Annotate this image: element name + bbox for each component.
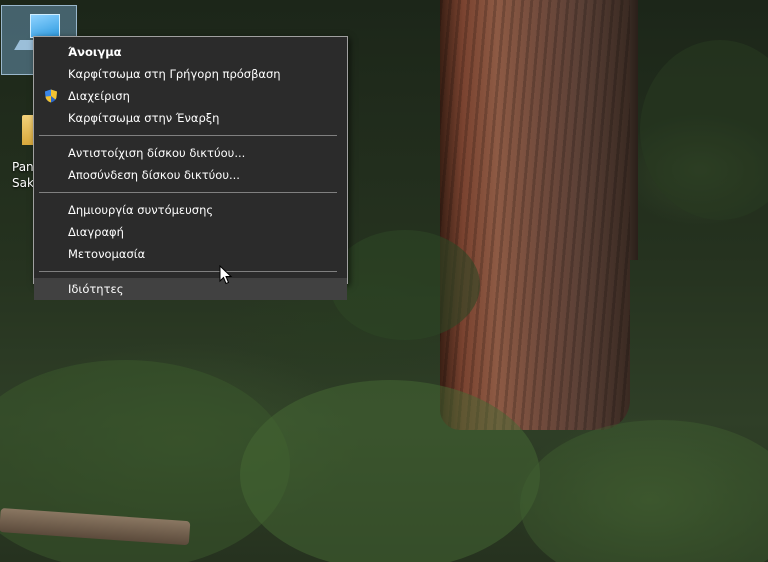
menu-item-label: Καρφίτσωμα στη Γρήγορη πρόσβαση [68, 67, 281, 81]
menu-item-pin-start[interactable]: Καρφίτσωμα στην Έναρξη [34, 107, 347, 129]
menu-item-manage[interactable]: Διαχείριση [34, 85, 347, 107]
menu-item-delete[interactable]: Διαγραφή [34, 221, 347, 243]
menu-item-label: Άνοιγμα [68, 45, 122, 59]
background-foliage [520, 420, 768, 562]
menu-separator [39, 135, 337, 136]
background-foliage [240, 380, 540, 562]
menu-separator [39, 192, 337, 193]
menu-item-label: Ιδιότητες [68, 282, 124, 296]
context-menu: Άνοιγμα Καρφίτσωμα στη Γρήγορη πρόσβαση … [33, 36, 348, 300]
menu-item-open[interactable]: Άνοιγμα [34, 41, 347, 63]
mouse-cursor-icon [219, 265, 233, 285]
menu-item-rename[interactable]: Μετονομασία [34, 243, 347, 265]
menu-separator [39, 271, 337, 272]
menu-item-create-shortcut[interactable]: Δημιουργία συντόμευσης [34, 199, 347, 221]
background-foliage [330, 230, 480, 340]
menu-item-label: Δημιουργία συντόμευσης [68, 203, 214, 217]
this-pc-icon [30, 14, 60, 38]
menu-item-label: Διαγραφή [68, 225, 124, 239]
background-foliage [640, 40, 768, 220]
menu-item-label: Αντιστοίχιση δίσκου δικτύου... [68, 146, 246, 160]
menu-item-properties[interactable]: Ιδιότητες [34, 278, 347, 300]
menu-item-label: Μετονομασία [68, 247, 146, 261]
menu-item-pin-quick-access[interactable]: Καρφίτσωμα στη Γρήγορη πρόσβαση [34, 63, 347, 85]
menu-item-label: Διαχείριση [68, 89, 130, 103]
menu-item-map-network-drive[interactable]: Αντιστοίχιση δίσκου δικτύου... [34, 142, 347, 164]
menu-item-disconnect-network-drive[interactable]: Αποσύνδεση δίσκου δικτύου... [34, 164, 347, 186]
uac-shield-icon [45, 89, 57, 103]
menu-item-label: Καρφίτσωμα στην Έναρξη [68, 111, 220, 125]
menu-item-label: Αποσύνδεση δίσκου δικτύου... [68, 168, 240, 182]
background-tree-trunk [440, 0, 630, 430]
